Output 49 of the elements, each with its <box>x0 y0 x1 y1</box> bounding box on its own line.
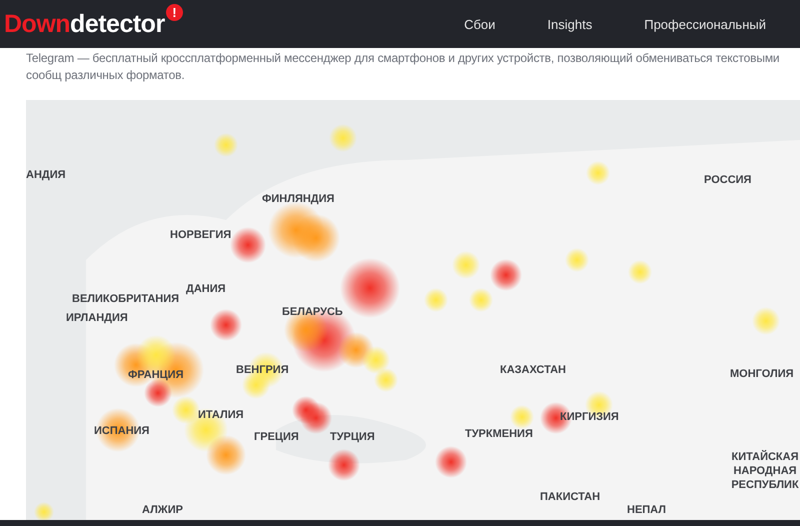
heat-spot <box>628 260 652 284</box>
country-label: ИТАЛИЯ <box>198 408 244 422</box>
nav-link[interactable]: Сбои <box>464 16 522 32</box>
country-label: ИСПАНИЯ <box>94 424 150 438</box>
heat-spot <box>435 446 467 478</box>
heat-spot <box>242 371 270 399</box>
heat-spot <box>752 307 780 335</box>
heat-spot <box>510 405 534 429</box>
country-label: КИТАЙСКАЯ НАРОДНАЯ РЕСПУБЛИК <box>730 450 800 492</box>
heat-spot <box>424 288 448 312</box>
country-label: ФРАНЦИЯ <box>128 368 184 382</box>
heat-spot <box>206 435 246 475</box>
logo-wordmark[interactable]: Downdetector <box>4 10 165 38</box>
description-text: Telegram — бесплатный кроссплатформенный мессенджер для смартфонов и других устройств, позволяющий обмениваться текстовыми сообщ различных форматов. <box>26 50 780 84</box>
country-label: ДАНИЯ <box>186 282 226 296</box>
country-label: БЕЛАРУСЬ <box>282 305 343 319</box>
country-label: ГРЕЦИЯ <box>254 430 299 444</box>
alert-badge: ! <box>166 4 183 20</box>
heat-spot <box>34 502 54 520</box>
country-label: АЛЖИР <box>142 503 183 517</box>
heat-spot <box>565 248 589 272</box>
country-label: ВЕЛИКОБРИТАНИЯ <box>72 292 180 306</box>
country-label: ИРЛАНДИЯ <box>66 311 128 325</box>
country-label: РОССИЯ <box>704 173 752 187</box>
country-label: АНДИЯ <box>26 168 66 182</box>
heat-spot <box>490 259 522 291</box>
country-label: ПАКИСТАН <box>540 490 600 504</box>
heat-spot <box>210 309 242 341</box>
heat-spot <box>586 161 610 185</box>
heat-spot <box>329 124 357 152</box>
heat-spot <box>328 449 360 481</box>
country-label: ФИНЛЯНДИЯ <box>262 192 334 206</box>
country-label: МОНГОЛИЯ <box>730 367 794 381</box>
country-label: НОРВЕГИЯ <box>170 228 232 242</box>
heat-spot <box>214 133 238 157</box>
country-label: КАЗАХСТАН <box>500 363 566 377</box>
heat-spot <box>230 227 266 263</box>
heat-spot <box>469 288 493 312</box>
nav-link[interactable]: Insights <box>521 16 618 32</box>
country-label: НЕПАЛ <box>627 503 666 517</box>
country-label: ВЕНГРИЯ <box>236 363 289 377</box>
heat-spot <box>452 251 480 279</box>
heat-spot <box>362 346 390 374</box>
heat-spot <box>292 214 340 262</box>
country-label: ТУРЦИЯ <box>330 430 375 444</box>
country-label: ТУРКМЕНИЯ <box>465 427 533 441</box>
heat-spot <box>300 402 332 434</box>
heat-map[interactable] <box>26 100 800 520</box>
nav-link[interactable]: Профессиональный <box>618 16 792 32</box>
